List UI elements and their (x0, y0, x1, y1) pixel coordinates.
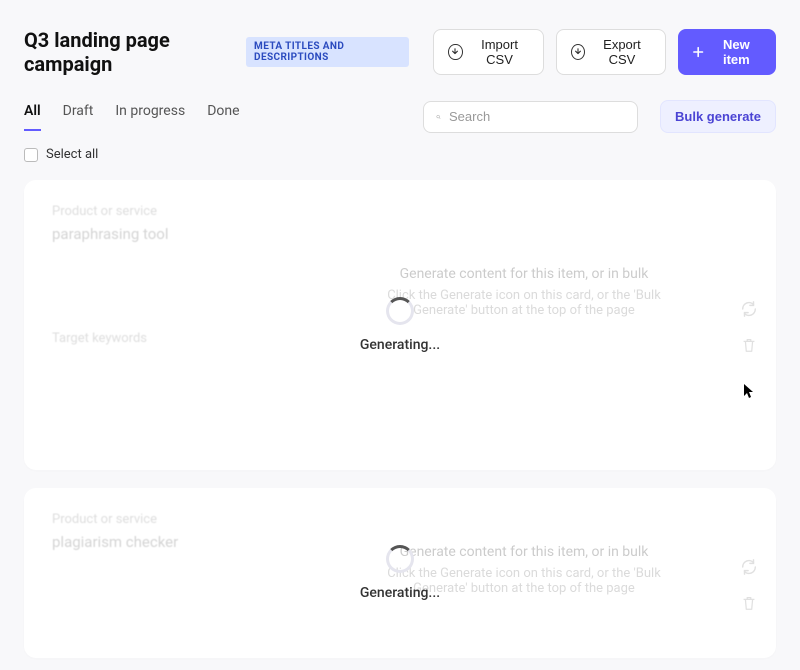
new-item-label: New item (712, 37, 761, 67)
search-icon (436, 109, 441, 125)
status-tabs: All Draft In progress Done (24, 103, 240, 131)
select-all-checkbox[interactable] (24, 148, 38, 162)
type-badge: META TITLES AND DESCRIPTIONS (246, 37, 409, 67)
generating-label: Generating... (360, 337, 440, 353)
controls-row: All Draft In progress Done Bulk generate (0, 92, 800, 133)
import-csv-button[interactable]: Import CSV (433, 29, 543, 75)
item-card: Product or service plagiarism checker Ge… (24, 488, 776, 658)
item-card: Product or service paraphrasing tool Tar… (24, 180, 776, 470)
select-all-row: Select all (0, 133, 800, 168)
trash-icon (740, 594, 758, 612)
upload-icon (571, 44, 585, 60)
refresh-icon (740, 300, 758, 318)
loading-overlay: Generating... (24, 180, 776, 470)
plus-icon (693, 46, 703, 58)
refresh-icon (740, 558, 758, 576)
helper-text: Generate content for this item, or in bu… (364, 544, 684, 596)
keywords-label: Target keywords (52, 331, 748, 346)
cards-list: Product or service paraphrasing tool Tar… (0, 168, 800, 670)
bulk-generate-button[interactable]: Bulk generate (660, 100, 776, 133)
download-icon (448, 44, 462, 60)
field-label: Product or service (52, 204, 748, 219)
select-all-label: Select all (46, 147, 98, 162)
tab-all[interactable]: All (24, 103, 41, 131)
tab-in-progress[interactable]: In progress (115, 103, 185, 131)
import-csv-label: Import CSV (471, 37, 529, 67)
search-input[interactable] (449, 109, 625, 124)
tab-draft[interactable]: Draft (63, 103, 94, 131)
page-title: Q3 landing page campaign (24, 28, 234, 76)
trash-icon (740, 336, 758, 354)
new-item-button[interactable]: New item (678, 29, 776, 75)
export-csv-label: Export CSV (593, 37, 652, 67)
field-label: Product or service (52, 512, 748, 527)
field-value: paraphrasing tool (52, 225, 748, 243)
search-input-wrap[interactable] (423, 101, 638, 133)
page-header: Q3 landing page campaign META TITLES AND… (0, 0, 800, 92)
helper-text: Generate content for this item, or in bu… (364, 266, 684, 318)
export-csv-button[interactable]: Export CSV (556, 29, 667, 75)
tab-done[interactable]: Done (207, 103, 239, 131)
